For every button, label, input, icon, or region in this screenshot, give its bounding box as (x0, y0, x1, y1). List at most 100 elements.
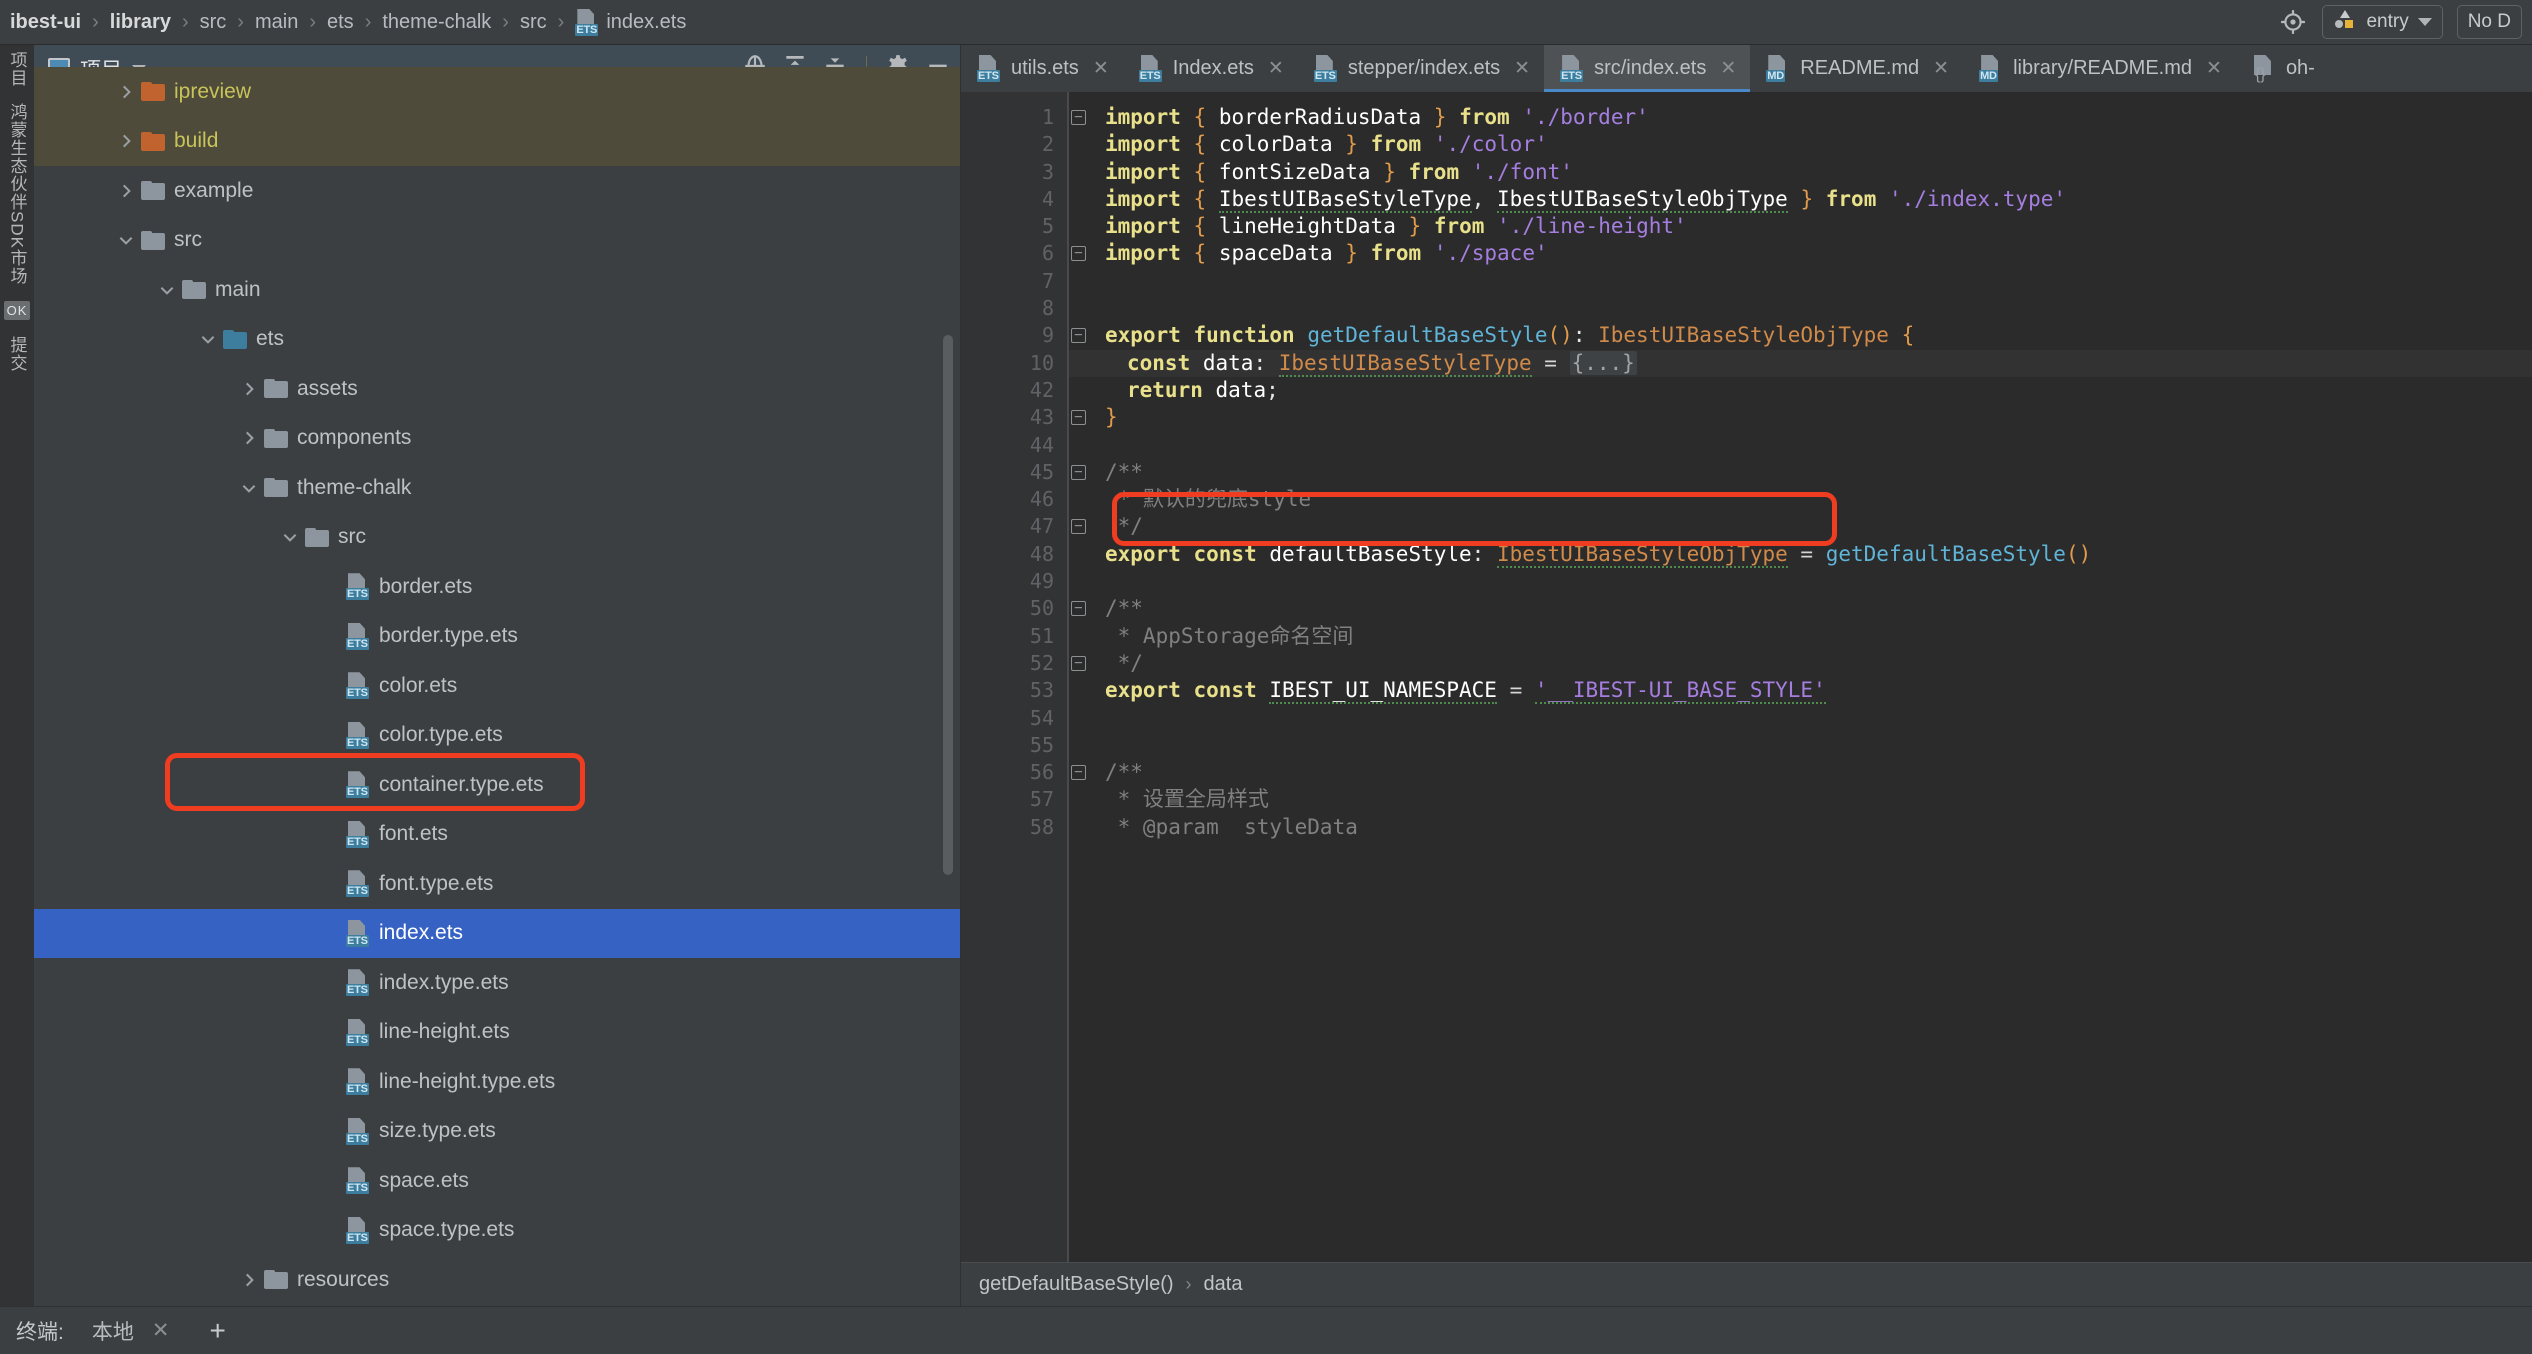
tree-row[interactable]: ETS line-height.type.ets (34, 1057, 961, 1107)
tree-row[interactable]: main (34, 265, 961, 315)
editor-tab[interactable]: MD README.md ✕ (1750, 45, 1963, 92)
code-line[interactable] (1067, 295, 2532, 322)
tree-row[interactable]: example (34, 166, 961, 216)
code-line[interactable] (1067, 705, 2532, 732)
chevron-down-icon[interactable] (197, 329, 218, 350)
editor-tab[interactable]: {} oh- (2236, 45, 2329, 92)
editor-tab[interactable]: ETS Index.ets ✕ (1123, 45, 1298, 92)
tree-row[interactable]: assets (34, 364, 961, 414)
tree-row[interactable]: ETS size.type.ets (34, 1107, 961, 1157)
tree-row[interactable]: ETS border.ets (34, 562, 961, 612)
code-line[interactable]: import { spaceData } from './space' (1067, 240, 2532, 267)
project-file-tree[interactable]: ipreview build example src main ets assets comp… (34, 67, 961, 1306)
editor-tab[interactable]: ETS stepper/index.ets ✕ (1298, 45, 1544, 92)
code-line[interactable]: * AppStorage命名空间 (1067, 623, 2532, 650)
breadcrumb-item-src[interactable]: src (518, 11, 549, 34)
chevron-right-icon[interactable] (238, 1269, 259, 1290)
device-selector[interactable]: No D (2456, 5, 2522, 39)
code-line[interactable]: import { lineHeightData } from './line-h… (1067, 213, 2532, 240)
breadcrumb-item-ets[interactable]: ets (325, 11, 356, 34)
tree-row[interactable]: src (34, 216, 961, 266)
chevron-down-icon[interactable] (279, 527, 300, 548)
chevron-right-icon[interactable] (115, 81, 136, 102)
code-line[interactable]: /** (1067, 759, 2532, 786)
tree-row[interactable]: build (34, 116, 961, 166)
editor-breadcrumb[interactable]: getDefaultBaseStyle() › data (961, 1262, 2532, 1306)
close-icon[interactable]: ✕ (1268, 57, 1284, 80)
code-line[interactable] (1067, 568, 2532, 595)
close-icon[interactable]: ✕ (1933, 57, 1949, 80)
rail-ok[interactable]: OK (3, 300, 31, 320)
code-line[interactable]: * 默认的兜底style (1067, 486, 2532, 513)
tree-row[interactable]: ETS space.type.ets (34, 1206, 961, 1256)
rail-commit[interactable]: 提交 (5, 336, 30, 372)
code-line[interactable]: import { colorData } from './color' (1067, 131, 2532, 158)
locate-target-icon[interactable] (2278, 7, 2308, 37)
editor-tab[interactable]: ETS src/index.ets ✕ (1544, 45, 1751, 92)
chevron-down-icon[interactable] (156, 279, 177, 300)
tree-row[interactable]: ets (34, 315, 961, 365)
code-line[interactable]: */ (1067, 650, 2532, 677)
terminal-tab-local[interactable]: 本地 ✕ (92, 1316, 170, 1346)
code-line[interactable]: import { fontSizeData } from './font' (1067, 159, 2532, 186)
code-line[interactable]: export const defaultBaseStyle: IbestUIBa… (1067, 541, 2532, 568)
close-icon[interactable]: ✕ (2206, 57, 2222, 80)
chevron-down-icon[interactable] (2417, 18, 2432, 26)
tree-row[interactable]: {}module.json5 (34, 1305, 961, 1307)
code-line[interactable]: export function getDefaultBaseStyle(): I… (1067, 322, 2532, 349)
chevron-right-icon[interactable] (115, 131, 136, 152)
tree-row[interactable]: resources (34, 1255, 961, 1305)
editor-tab[interactable]: MD library/README.md ✕ (1963, 45, 2236, 92)
chevron-down-icon[interactable] (238, 477, 259, 498)
tree-row[interactable]: theme-chalk (34, 463, 961, 513)
tree-row[interactable]: src (34, 513, 961, 563)
chevron-right-icon[interactable] (115, 180, 136, 201)
run-configuration-selector[interactable]: entry (2322, 5, 2443, 39)
code-line[interactable]: export const IBEST_UI_NAMESPACE = '__IBE… (1067, 677, 2532, 705)
code-line[interactable]: return data; (1067, 377, 2532, 404)
project-panel-scrollbar[interactable] (943, 335, 953, 875)
chevron-down-icon[interactable] (115, 230, 136, 251)
code-line[interactable] (1067, 732, 2532, 759)
code-lines[interactable]: import { borderRadiusData } from './bord… (1067, 92, 2532, 1262)
tree-row[interactable]: components (34, 414, 961, 464)
tree-row[interactable]: ETS index.type.ets (34, 958, 961, 1008)
breadcrumb-item-library[interactable]: library (108, 11, 173, 34)
breadcrumb-item-src[interactable]: src (198, 11, 229, 34)
tree-row[interactable]: ETS color.type.ets (34, 711, 961, 761)
rail-sdk-market[interactable]: 鸿蒙生态伙伴SDK市场 (5, 103, 30, 285)
code-line[interactable]: const data: IbestUIBaseStyleType = {...} (1067, 349, 2532, 377)
tree-row[interactable]: ETS color.ets (34, 661, 961, 711)
chevron-right-icon[interactable] (238, 428, 259, 449)
editor-tab[interactable]: ETS utils.ets ✕ (961, 45, 1123, 92)
tree-row[interactable]: ETS space.ets (34, 1156, 961, 1206)
code-line[interactable]: } (1067, 404, 2532, 431)
close-icon[interactable]: ✕ (1720, 57, 1736, 80)
tree-row[interactable]: ETS line-height.ets (34, 1008, 961, 1058)
tree-row[interactable]: ETS index.ets (34, 908, 961, 958)
breadcrumb-item-theme-chalk[interactable]: theme-chalk (380, 11, 493, 34)
code-line[interactable]: import { IbestUIBaseStyleType, IbestUIBa… (1067, 186, 2532, 213)
tree-row[interactable]: ETS border.type.ets (34, 612, 961, 662)
code-line[interactable]: * @param styleData (1067, 814, 2532, 841)
code-line[interactable]: */ (1067, 513, 2532, 540)
close-icon[interactable]: ✕ (1093, 57, 1109, 80)
code-area[interactable]: 1−23456−789−10+4243−4445−4647−484950−515… (961, 92, 2532, 1262)
tree-row[interactable]: ETS container.type.ets (34, 760, 961, 810)
code-line[interactable] (1067, 432, 2532, 459)
breadcrumb-item-index-ets[interactable]: ETS index.ets (573, 9, 688, 36)
code-line[interactable]: /** (1067, 595, 2532, 622)
code-line[interactable] (1067, 268, 2532, 295)
code-line[interactable]: * 设置全局样式 (1067, 786, 2532, 813)
tree-row[interactable]: ETS font.type.ets (34, 859, 961, 909)
close-icon[interactable]: ✕ (152, 1318, 170, 1343)
close-icon[interactable]: ✕ (1514, 57, 1530, 80)
chevron-right-icon[interactable] (238, 378, 259, 399)
breadcrumb-item-ibest-ui[interactable]: ibest-ui (8, 11, 83, 34)
tree-row[interactable]: ETS font.ets (34, 810, 961, 860)
editor-breadcrumb-item[interactable]: getDefaultBaseStyle() (979, 1273, 1174, 1296)
rail-project[interactable]: 项目 (5, 51, 30, 87)
breadcrumb-item-main[interactable]: main (253, 11, 300, 34)
add-terminal-icon[interactable]: + (209, 1315, 225, 1347)
code-line[interactable]: import { borderRadiusData } from './bord… (1067, 104, 2532, 131)
